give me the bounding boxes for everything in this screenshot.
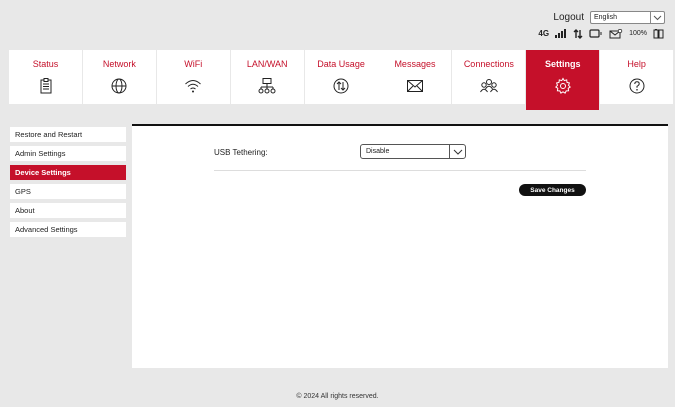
top-bar: Logout English — [553, 11, 665, 24]
usb-tethering-label: USB Tethering: — [214, 148, 268, 157]
clipboard-icon — [40, 78, 51, 94]
footer: © 2024 All rights reserved. — [296, 393, 379, 400]
nav-help[interactable]: Help — [600, 50, 674, 104]
wifi-icon — [185, 80, 202, 93]
nav-connections[interactable]: Connections — [452, 50, 526, 104]
nav-label: Connections — [463, 59, 514, 69]
network-type: 4G — [538, 29, 550, 38]
data-arrows-icon — [573, 28, 583, 39]
chevron-down-icon — [449, 145, 465, 158]
nav-label: LAN/WAN — [246, 59, 288, 69]
sidebar-item-about[interactable]: About — [10, 203, 126, 218]
nav-network[interactable]: Network — [82, 50, 156, 104]
signal-bars-icon — [555, 29, 567, 38]
gear-icon — [554, 77, 571, 94]
nav-label: WiFi — [184, 59, 203, 69]
nav-label: Status — [32, 59, 59, 69]
battery-icon — [653, 29, 664, 39]
nav-label: Help — [627, 59, 646, 69]
sidebar-item-restore-restart[interactable]: Restore and Restart — [10, 127, 126, 142]
nav-settings[interactable]: Settings — [526, 50, 600, 110]
device-screen-icon — [589, 28, 602, 38]
nav-lan-wan[interactable]: LAN/WAN — [230, 50, 304, 104]
question-icon — [629, 78, 645, 94]
nav-label: Settings — [544, 59, 581, 69]
logout-link[interactable]: Logout — [553, 12, 584, 23]
nav-label: Network — [102, 59, 136, 69]
nav-wifi[interactable]: WiFi — [156, 50, 230, 104]
nav-status[interactable]: Status — [9, 50, 82, 104]
sidebar-item-device-settings[interactable]: Device Settings — [10, 165, 126, 180]
divider — [214, 170, 586, 171]
sidebar-item-admin-settings[interactable]: Admin Settings — [10, 146, 126, 161]
nav-label: Data Usage — [317, 59, 365, 69]
users-icon — [479, 79, 498, 93]
data-usage-icon — [333, 78, 349, 94]
main-nav: Status Network WiFi LAN/WAN Data Usage M… — [9, 50, 674, 110]
language-value: English — [594, 14, 617, 21]
language-select[interactable]: English — [590, 11, 665, 24]
usb-tethering-select[interactable]: Disable — [360, 144, 466, 159]
battery-percent: 100% — [629, 30, 647, 37]
nav-data-usage[interactable]: Data Usage — [304, 50, 378, 104]
usb-tethering-value: Disable — [366, 148, 390, 155]
sidebar: Restore and Restart Admin Settings Devic… — [10, 127, 126, 241]
sidebar-item-advanced-settings[interactable]: Advanced Settings — [10, 222, 126, 237]
lan-icon — [258, 78, 276, 94]
nav-label: Messages — [394, 59, 436, 69]
status-bar: 4G 100% — [538, 28, 665, 39]
nav-messages[interactable]: Messages — [378, 50, 452, 104]
sidebar-item-gps[interactable]: GPS — [10, 184, 126, 199]
globe-icon — [111, 78, 127, 94]
chevron-down-icon — [650, 12, 664, 23]
save-changes-button[interactable]: Save Changes — [519, 184, 586, 196]
main-panel: USB Tethering: Disable Save Changes — [132, 124, 668, 368]
message-envelope-icon — [609, 28, 623, 38]
envelope-icon — [406, 80, 423, 92]
